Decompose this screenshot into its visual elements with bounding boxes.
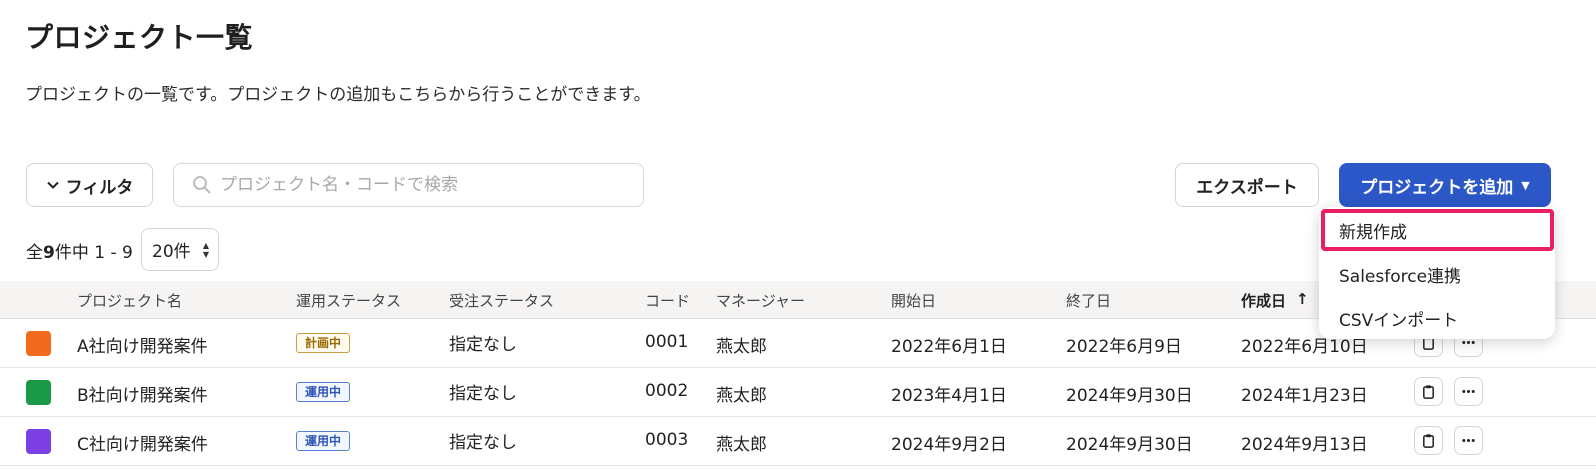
table-row[interactable]: B社向け開発案件 運用中 指定なし 0002 燕太郎 2023年4月1日 202… — [0, 368, 1596, 417]
project-code: 0001 — [645, 332, 689, 352]
search-icon — [193, 176, 211, 194]
manager-name: 燕太郎 — [716, 386, 767, 406]
column-header-end[interactable]: 終了日 — [1066, 290, 1111, 311]
column-header-op-status[interactable]: 運用ステータス — [296, 290, 401, 311]
page-size-value: 20件 — [152, 242, 191, 262]
column-header-created[interactable]: 作成日 — [1241, 290, 1286, 311]
add-project-button[interactable]: プロジェクトを追加 ▼ — [1339, 163, 1551, 207]
start-date: 2022年6月1日 — [891, 337, 1007, 357]
end-date: 2024年9月30日 — [1066, 435, 1193, 455]
chevron-down-icon — [46, 181, 59, 189]
clipboard-button[interactable] — [1414, 377, 1443, 406]
project-color-swatch — [26, 331, 51, 356]
order-status: 指定なし — [449, 433, 517, 453]
result-count: 全9件中 1 - 9 — [26, 243, 133, 263]
filter-button-label: フィルタ — [65, 177, 134, 198]
manager-name: 燕太郎 — [716, 435, 767, 455]
start-date: 2024年9月2日 — [891, 435, 1007, 455]
page-size-select[interactable]: 20件 ▲ ▼ — [141, 228, 219, 271]
op-status-badge: 運用中 — [296, 431, 351, 451]
op-status-badge: 運用中 — [296, 382, 351, 402]
total-count: 9 — [43, 243, 55, 263]
created-date: 2024年9月13日 — [1241, 435, 1368, 455]
order-status: 指定なし — [449, 384, 517, 404]
page-title: プロジェクト一覧 — [25, 21, 254, 54]
op-status-badge: 計画中 — [296, 333, 351, 353]
export-button[interactable]: エクスポート — [1175, 163, 1319, 207]
order-status: 指定なし — [449, 335, 517, 355]
search-input[interactable] — [220, 175, 620, 195]
end-date: 2022年6月9日 — [1066, 337, 1182, 357]
caret-down-icon: ▼ — [1521, 178, 1530, 192]
menu-item-salesforce[interactable]: Salesforce連携 — [1339, 262, 1461, 287]
add-project-menu: 新規作成 Salesforce連携 CSVインポート — [1319, 207, 1555, 339]
menu-item-new[interactable]: 新規作成 — [1339, 218, 1407, 243]
column-header-name[interactable]: プロジェクト名 — [77, 290, 182, 311]
more-icon — [1462, 390, 1475, 393]
more-icon — [1462, 439, 1475, 442]
project-color-swatch — [26, 380, 51, 405]
menu-item-csv-import[interactable]: CSVインポート — [1339, 306, 1458, 331]
start-date: 2023年4月1日 — [891, 386, 1007, 406]
project-color-swatch — [26, 429, 51, 454]
project-code: 0003 — [645, 430, 689, 450]
column-header-start[interactable]: 開始日 — [891, 290, 936, 311]
clipboard-icon — [1423, 385, 1434, 399]
clipboard-button[interactable] — [1414, 426, 1443, 455]
column-header-code[interactable]: コード — [645, 290, 690, 311]
project-name[interactable]: C社向け開発案件 — [77, 430, 208, 455]
column-header-order-status[interactable]: 受注ステータス — [449, 290, 554, 311]
page-description: プロジェクトの一覧です。プロジェクトの追加もこちらから行うことができます。 — [25, 85, 651, 105]
more-options-button[interactable] — [1454, 377, 1483, 406]
project-name[interactable]: A社向け開発案件 — [77, 332, 208, 357]
select-arrows-icon: ▲ ▼ — [202, 241, 209, 259]
add-project-button-label: プロジェクトを追加 — [1360, 177, 1514, 198]
table-row[interactable]: C社向け開発案件 運用中 指定なし 0003 燕太郎 2024年9月2日 202… — [0, 417, 1596, 466]
project-code: 0002 — [645, 381, 689, 401]
project-name[interactable]: B社向け開発案件 — [77, 381, 208, 406]
clipboard-icon — [1423, 434, 1434, 448]
created-date: 2024年1月23日 — [1241, 386, 1368, 406]
filter-button[interactable]: フィルタ — [26, 163, 153, 207]
end-date: 2024年9月30日 — [1066, 386, 1193, 406]
more-options-button[interactable] — [1454, 426, 1483, 455]
column-header-manager[interactable]: マネージャー — [716, 290, 805, 311]
sort-ascending-icon[interactable]: ↑ — [1296, 290, 1309, 308]
manager-name: 燕太郎 — [716, 337, 767, 357]
search-field[interactable] — [173, 163, 644, 207]
